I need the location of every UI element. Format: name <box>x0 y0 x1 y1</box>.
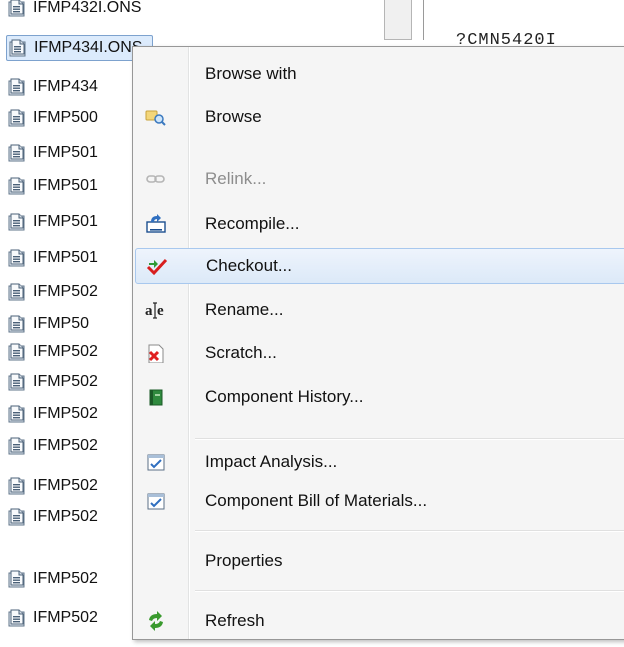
menu-item-recompile[interactable]: Recompile... <box>135 206 624 242</box>
tree-item[interactable]: IFMP434 <box>8 75 98 99</box>
menu-separator <box>195 530 624 532</box>
bill-of-materials-icon <box>147 493 165 510</box>
menu-item-browse-with[interactable]: Browse with <box>135 56 624 92</box>
tree-item[interactable]: IFMP432I.ONS <box>8 0 141 20</box>
svg-text:a: a <box>145 303 153 319</box>
menu-separator <box>195 438 624 440</box>
tree-item[interactable]: IFMP502 <box>8 606 98 630</box>
file-icon <box>8 373 25 391</box>
file-icon <box>8 109 25 127</box>
menu-item-label: Scratch... <box>205 343 277 362</box>
tree-item-label: IFMP502 <box>33 570 98 587</box>
file-icon <box>8 213 25 231</box>
tree-item[interactable]: IFMP501 <box>8 141 98 165</box>
menu-item-label: Browse <box>205 107 262 126</box>
file-icon <box>8 315 25 333</box>
tree-item[interactable]: IFMP500 <box>8 106 98 130</box>
tree-item[interactable]: IFMP501 <box>8 246 98 270</box>
file-icon <box>8 0 25 17</box>
tree-item-label: IFMP502 <box>33 405 98 422</box>
tree-item[interactable]: IFMP502 <box>8 280 98 304</box>
browse-icon <box>145 110 166 126</box>
menu-item-label: Properties <box>205 551 283 570</box>
tree-item[interactable]: IFMP502 <box>8 370 98 394</box>
menu-item-label: Browse with <box>205 64 297 83</box>
tree-item[interactable]: IFMP501 <box>8 210 98 234</box>
tree-item-label: IFMP501 <box>33 249 98 266</box>
menu-item-label: Relink... <box>205 169 267 188</box>
tree-item-label: IFMP502 <box>33 609 98 626</box>
file-icon <box>8 177 25 195</box>
menu-item-label: Rename... <box>205 300 284 319</box>
menu-item-scratch[interactable]: Scratch... <box>135 335 624 371</box>
menu-item-label: Refresh <box>205 611 265 630</box>
refresh-icon <box>149 611 163 631</box>
file-icon <box>8 283 25 301</box>
menu-item-component-history[interactable]: Component History... <box>135 379 624 415</box>
menu-item-label: Impact Analysis... <box>205 452 338 471</box>
history-book-icon <box>149 389 163 406</box>
impact-analysis-icon <box>147 454 165 471</box>
menu-item-label: Component Bill of Materials... <box>205 491 428 510</box>
tree-item-label: IFMP432I.ONS <box>33 0 142 16</box>
file-icon <box>9 39 26 57</box>
menu-item-checkout[interactable]: Checkout... <box>135 248 624 284</box>
tree-item-label: IFMP502 <box>33 373 98 390</box>
tree-item-label: IFMP434I.ONS <box>34 39 143 56</box>
tree-item[interactable]: IFMP502 <box>8 474 98 498</box>
menu-item-impact-analysis[interactable]: Impact Analysis... <box>135 444 624 480</box>
file-icon <box>8 405 25 423</box>
file-icon <box>8 343 25 361</box>
file-icon <box>8 249 25 267</box>
tree-item-label: IFMP502 <box>33 343 98 360</box>
file-icon <box>8 609 25 627</box>
editor-line-clipped: ▔▔▔ ▔▔▔▔ <box>456 0 566 11</box>
tree-item-label: IFMP50 <box>33 315 90 332</box>
scratch-icon <box>148 344 164 363</box>
tree-item[interactable]: IFMP502 <box>8 434 98 458</box>
file-icon <box>8 437 25 455</box>
tree-item-label: IFMP502 <box>33 477 98 494</box>
menu-item-label: Recompile... <box>205 214 300 233</box>
file-icon <box>8 570 25 588</box>
menu-item-bill-of-materials[interactable]: Component Bill of Materials... <box>135 483 624 519</box>
menu-item-browse[interactable]: Browse <box>135 99 624 135</box>
context-menu: Browse with Browse Relink... Recompile..… <box>132 46 624 640</box>
tree-item-label: IFMP501 <box>33 144 98 161</box>
tree-item[interactable]: IFMP502 <box>8 402 98 426</box>
link-icon <box>146 175 165 183</box>
file-icon <box>8 477 25 495</box>
file-icon <box>8 508 25 526</box>
tree-item[interactable]: IFMP502 <box>8 505 98 529</box>
menu-item-rename[interactable]: a e Rename... <box>135 292 624 328</box>
scrollbar-thumb[interactable] <box>384 0 412 40</box>
tree-item-label: IFMP434 <box>33 78 98 95</box>
tree-item[interactable]: IFMP502 <box>8 340 98 364</box>
tree-item[interactable]: IFMP502 <box>8 567 98 591</box>
pane-divider[interactable] <box>423 0 424 40</box>
tree-item-label: IFMP502 <box>33 437 98 454</box>
tree-item-label: IFMP501 <box>33 177 98 194</box>
checkout-icon <box>146 258 168 276</box>
rename-icon: a e <box>145 302 164 319</box>
menu-item-relink[interactable]: Relink... <box>135 161 624 197</box>
tree-item-label: IFMP502 <box>33 508 98 525</box>
recompile-icon <box>146 214 166 233</box>
file-icon <box>8 78 25 96</box>
menu-item-label: Component History... <box>205 387 364 406</box>
menu-item-label: Checkout... <box>206 256 292 275</box>
tree-item-label: IFMP500 <box>33 109 98 126</box>
menu-item-refresh[interactable]: Refresh <box>135 603 624 639</box>
tree-item[interactable]: IFMP501 <box>8 174 98 198</box>
tree-item-label: IFMP502 <box>33 283 98 300</box>
svg-text:e: e <box>157 303 164 319</box>
tree-item-label: IFMP501 <box>33 213 98 230</box>
menu-item-properties[interactable]: Properties <box>135 543 624 579</box>
tree-item[interactable]: IFMP50 <box>8 312 89 336</box>
file-icon <box>8 144 25 162</box>
menu-separator <box>195 590 624 592</box>
